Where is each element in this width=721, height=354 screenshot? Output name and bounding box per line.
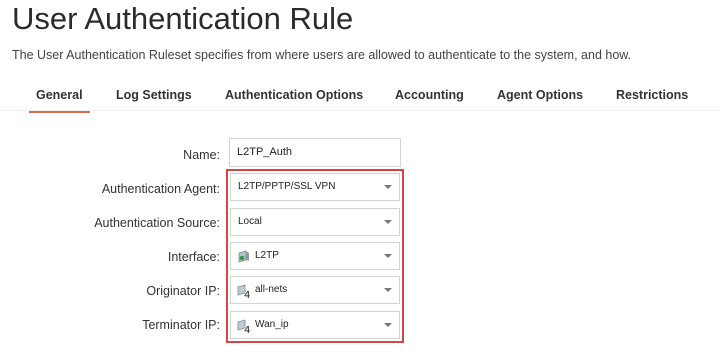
terminator-ip-label: Terminator IP:: [142, 318, 220, 332]
authentication-source-label: Authentication Source:: [94, 216, 220, 230]
tab-accounting[interactable]: Accounting: [395, 88, 464, 102]
authentication-agent-label: Authentication Agent:: [101, 182, 220, 196]
tab-bar: General Log Settings Authentication Opti…: [0, 84, 721, 113]
tab-restrictions[interactable]: Restrictions: [616, 88, 688, 102]
originator-ip-label: Originator IP:: [146, 284, 220, 298]
name-label: Name:: [183, 148, 220, 162]
highlight-box: [226, 169, 404, 343]
tab-agent-options[interactable]: Agent Options: [497, 88, 583, 102]
tabs-divider: [0, 110, 721, 111]
page-description: The User Authentication Ruleset specifie…: [12, 48, 632, 62]
interface-label: Interface:: [167, 250, 220, 264]
tab-authentication-options[interactable]: Authentication Options: [225, 88, 363, 102]
tab-general[interactable]: General: [29, 88, 90, 113]
name-field[interactable]: L2TP_Auth: [229, 138, 401, 167]
tab-log-settings[interactable]: Log Settings: [116, 88, 192, 102]
page-title: User Authentication Rule: [12, 1, 354, 36]
